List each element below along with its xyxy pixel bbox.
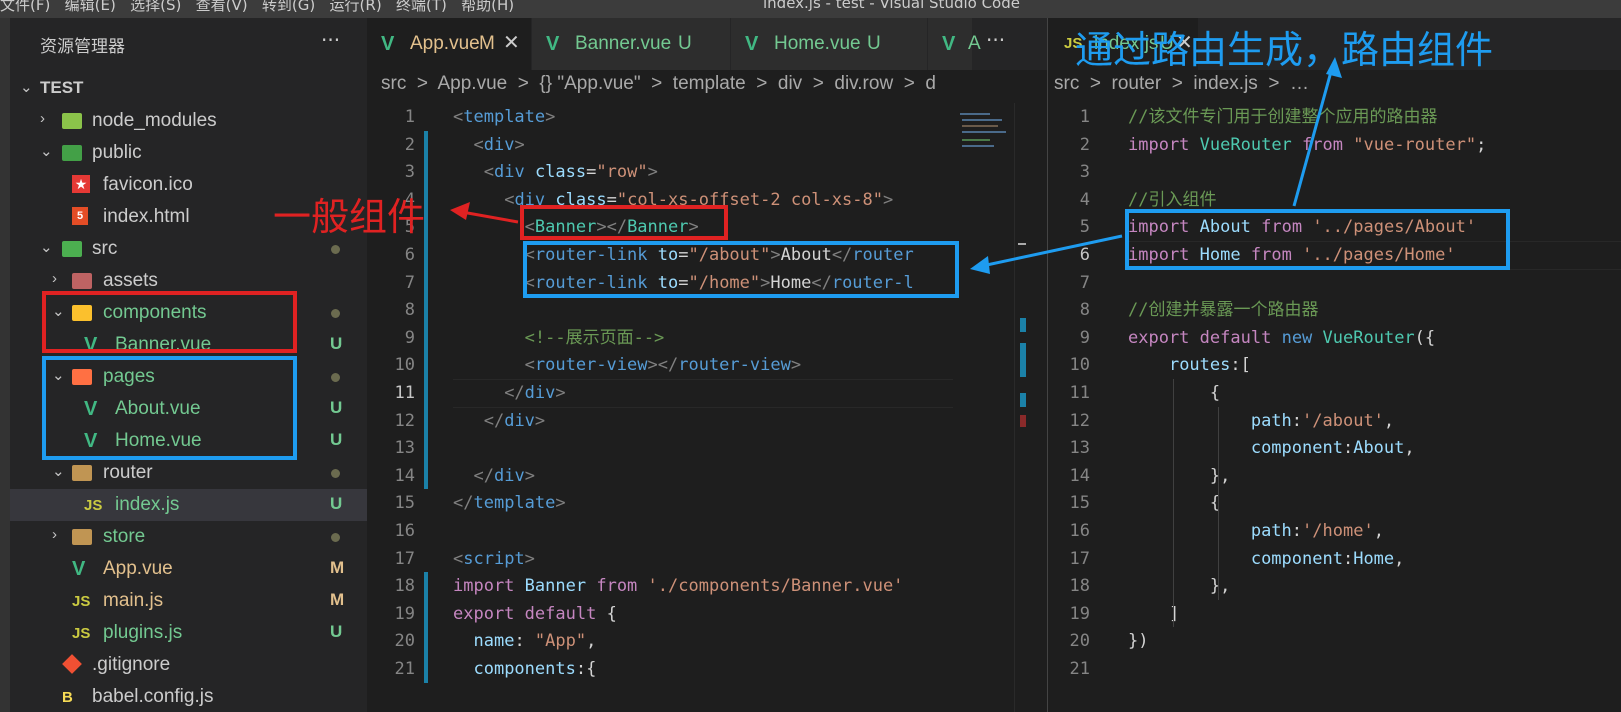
arrow-blue-left-head (970, 256, 990, 274)
arrow-blue-left (981, 234, 1123, 268)
arrow-blue-up-head (1326, 57, 1342, 78)
arrow-blue-up (1292, 67, 1334, 207)
arrow-red-head (450, 202, 470, 220)
arrow-red (461, 210, 519, 224)
annotation-arrows (450, 57, 1342, 274)
